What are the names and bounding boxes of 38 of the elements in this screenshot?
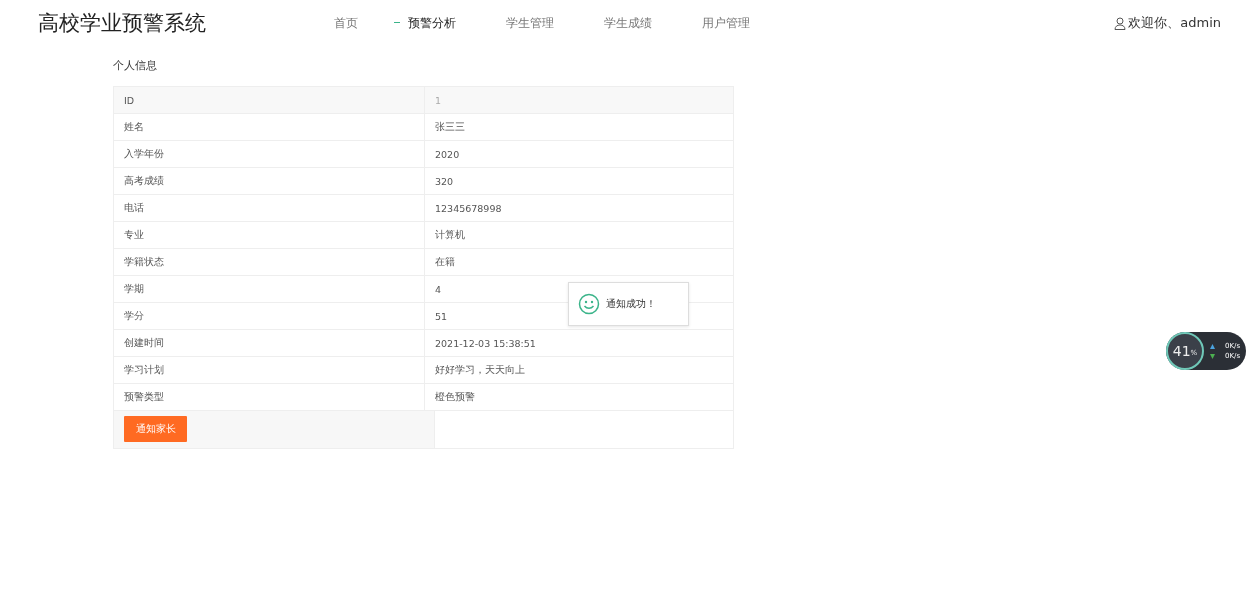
field-label: 学籍状态 (124, 255, 164, 269)
notify-parent-button[interactable]: 通知家长 (124, 416, 187, 442)
field-value: 计算机 (435, 228, 465, 242)
smiley-icon (578, 293, 600, 315)
field-label: 学期 (124, 282, 144, 296)
field-label: 预警类型 (124, 390, 164, 404)
field-label: 学分 (124, 309, 144, 323)
field-label: 创建时间 (124, 336, 164, 350)
nav-tab[interactable]: 学生管理 (492, 14, 554, 32)
field-value: 1 (435, 94, 442, 106)
app-title: 高校学业预警系统 (38, 10, 207, 37)
field-value: 4 (435, 283, 442, 295)
field-value: 在籍 (435, 255, 455, 269)
field-label: 电话 (124, 201, 144, 215)
welcome-text: 欢迎你、admin (1128, 14, 1221, 32)
field-value: 12345678998 (435, 202, 502, 214)
field-value: 2020 (435, 148, 460, 160)
toast-message: 通知成功！ (606, 297, 656, 311)
field-label: 学习计划 (124, 363, 164, 377)
field-label: 入学年份 (124, 147, 164, 161)
upload-arrow-icon (1210, 343, 1215, 349)
nav-tab[interactable]: 预警分析 (394, 14, 456, 32)
field-value: 2021-12-03 15:38:51 (435, 337, 536, 349)
field-label: 专业 (124, 228, 144, 242)
nav-tab[interactable]: 首页 (320, 14, 358, 32)
field-value: 好好学习，天天向上 (435, 363, 525, 377)
field-value: 320 (435, 175, 454, 187)
user-icon (1114, 16, 1127, 30)
field-value: 张三三 (435, 120, 465, 134)
nav-tab[interactable]: 用户管理 (688, 14, 750, 32)
download-arrow-icon (1210, 353, 1215, 359)
field-value: 橙色预警 (435, 390, 475, 404)
field-value: 51 (435, 310, 448, 322)
field-label: ID (124, 94, 135, 106)
nav-tab[interactable]: 学生成绩 (590, 14, 652, 32)
section-title: 个人信息 (113, 58, 158, 74)
field-label: 高考成绩 (124, 174, 164, 188)
field-label: 姓名 (124, 120, 144, 134)
